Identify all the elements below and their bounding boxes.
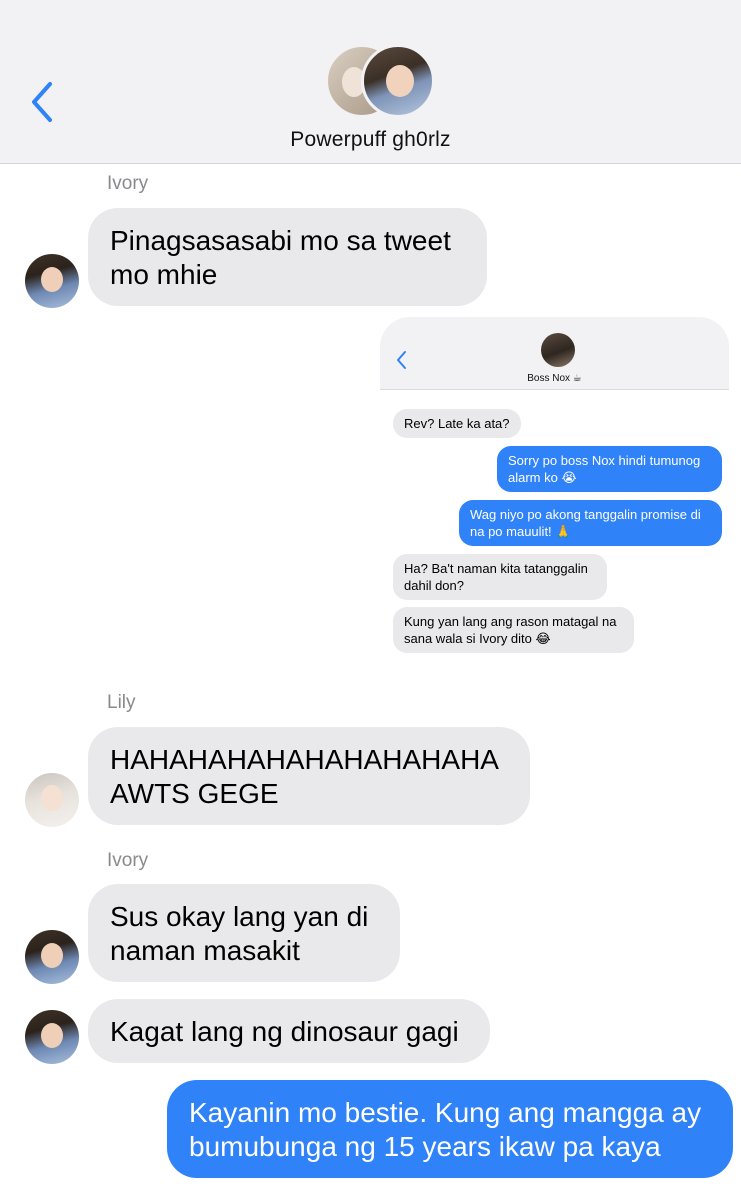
group-name[interactable]: Powerpuff gh0rlz xyxy=(0,128,741,152)
message-bubble: Wag niyo po akong tanggalin promise di n… xyxy=(459,500,722,546)
message-line: Ha? Ba't naman kita tatanggalin xyxy=(404,561,588,576)
message-bubble: Ha? Ba't naman kita tatanggalin dahil do… xyxy=(393,554,607,600)
chevron-left-icon xyxy=(397,351,406,369)
message-line: naman masakit xyxy=(110,935,300,966)
avatar[interactable] xyxy=(25,1010,79,1064)
message-bubble[interactable]: Sus okay lang yan di naman masakit xyxy=(88,884,400,982)
message-line: HAHAHAHAHAHAHAHAHAHA xyxy=(110,744,499,775)
avatar[interactable] xyxy=(25,773,79,827)
message-bubble: Sorry po boss Nox hindi tumunog alarm ko… xyxy=(497,446,722,492)
message-line: Kung yan lang ang rason matagal na xyxy=(404,614,617,629)
message-line: Wag niyo po akong tanggalin promise di xyxy=(470,507,701,522)
sender-name: Ivory xyxy=(107,173,149,194)
group-avatar[interactable] xyxy=(325,44,437,120)
message-line: Sus okay lang yan di xyxy=(110,901,369,932)
message-line: mo mhie xyxy=(110,259,218,290)
message-bubble[interactable]: Pinagsasasabi mo sa tweet mo mhie xyxy=(88,208,487,306)
message-line: sana wala si Ivory dito 😂 xyxy=(404,631,551,646)
member-avatar-ivory xyxy=(361,44,435,118)
message-line: alarm ko 😭 xyxy=(508,470,577,485)
message-line: bumubunga ng 15 years ikaw pa kaya xyxy=(189,1131,661,1162)
contact-name: Boss Nox ☕ xyxy=(527,373,582,384)
shared-screenshot[interactable]: Boss Nox ☕ Rev? Late ka ata? Sorry po bo… xyxy=(380,317,729,675)
message-line: Kagat lang ng dinosaur gagi xyxy=(110,1016,459,1047)
message-bubble: Rev? Late ka ata? xyxy=(393,409,521,438)
chat-header: Powerpuff gh0rlz xyxy=(0,0,741,164)
message-line: Kayanin mo bestie. Kung ang mangga ay xyxy=(189,1097,702,1128)
sender-name: Ivory xyxy=(107,850,149,871)
avatar xyxy=(541,333,575,367)
chevron-left-icon xyxy=(32,82,52,122)
message-bubble[interactable]: HAHAHAHAHAHAHAHAHAHA AWTS GEGE xyxy=(88,727,530,825)
message-line: dahil don? xyxy=(404,578,464,593)
message-bubble[interactable]: Kagat lang ng dinosaur gagi xyxy=(88,999,490,1063)
message-line: AWTS GEGE xyxy=(110,778,279,809)
message-line: na po mauulit! 🙏 xyxy=(470,524,572,539)
message-bubble: Kung yan lang ang rason matagal na sana … xyxy=(393,607,634,653)
message-line: Rev? Late ka ata? xyxy=(404,416,510,431)
message-line: Pinagsasasabi mo sa tweet xyxy=(110,225,451,256)
back-button[interactable] xyxy=(24,78,64,126)
avatar[interactable] xyxy=(25,930,79,984)
sender-name: Lily xyxy=(107,692,136,713)
screenshot-header: Boss Nox ☕ xyxy=(380,317,729,390)
avatar[interactable] xyxy=(25,254,79,308)
message-line: Sorry po boss Nox hindi tumunog xyxy=(508,453,701,468)
message-bubble[interactable]: Kayanin mo bestie. Kung ang mangga ay bu… xyxy=(167,1080,733,1178)
